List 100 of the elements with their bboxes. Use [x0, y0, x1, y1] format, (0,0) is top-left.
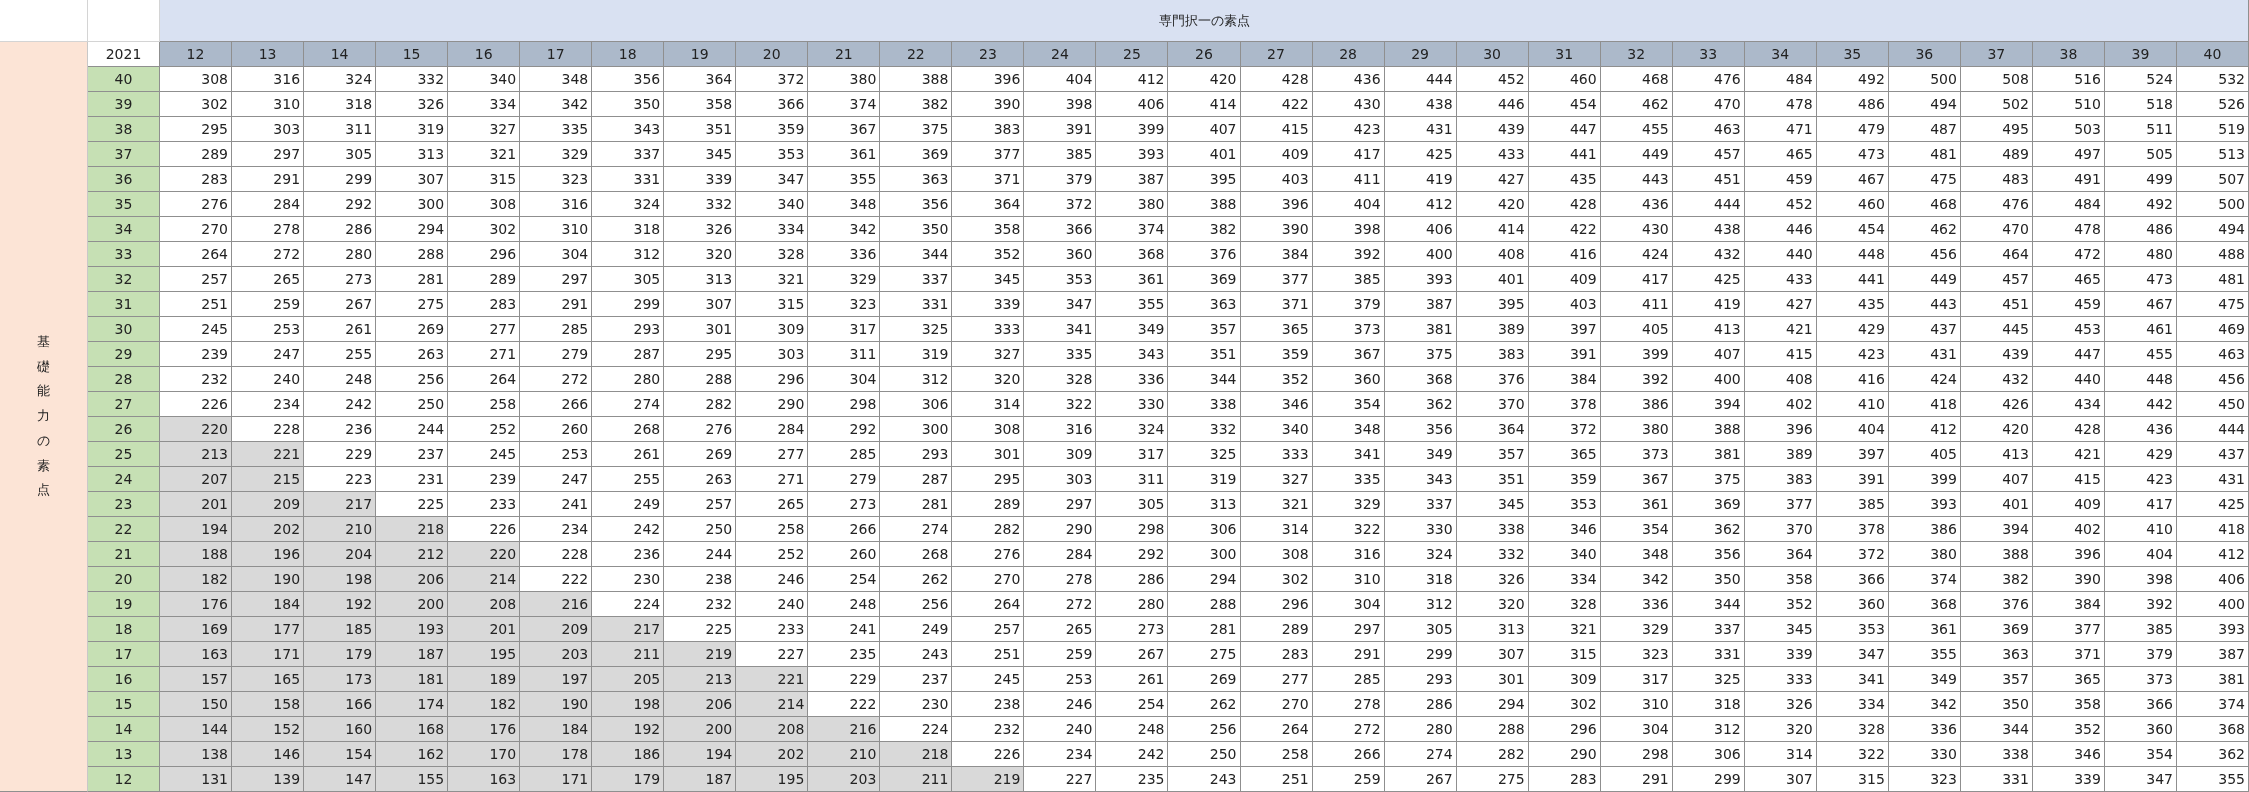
table-cell: 209 [520, 617, 593, 642]
table-cell: 441 [1528, 142, 1601, 167]
table-cell: 384 [2032, 592, 2105, 617]
table-cell: 242 [1096, 742, 1169, 767]
table-cell: 448 [1816, 242, 1889, 267]
table-cell: 341 [1816, 667, 1889, 692]
table-cell: 397 [1528, 317, 1601, 342]
table-cell: 295 [160, 117, 233, 142]
table-cell: 244 [664, 542, 737, 567]
table-cell: 286 [1384, 692, 1457, 717]
table-cell: 198 [304, 567, 377, 592]
table-cell: 398 [2104, 567, 2177, 592]
table-cell: 317 [1096, 442, 1169, 467]
table-cell: 381 [2176, 667, 2249, 692]
table-cell: 406 [1384, 217, 1457, 242]
table-cell: 420 [1960, 417, 2033, 442]
table-cell: 147 [304, 767, 377, 792]
table-cell: 475 [1888, 167, 1961, 192]
table-cell: 299 [304, 167, 377, 192]
table-cell: 393 [1096, 142, 1169, 167]
table-cell: 404 [1024, 67, 1097, 92]
table-cell: 354 [1600, 517, 1673, 542]
table-cell: 289 [1240, 617, 1313, 642]
table-cell: 323 [1600, 642, 1673, 667]
table-cell: 197 [520, 667, 593, 692]
table-cell: 208 [736, 717, 809, 742]
table-cell: 247 [232, 342, 305, 367]
table-cell: 336 [1888, 717, 1961, 742]
table-cell: 351 [1168, 342, 1241, 367]
column-header: 21 [808, 42, 881, 67]
table-cell: 425 [1384, 142, 1457, 167]
table-cell: 248 [1096, 717, 1169, 742]
table-cell: 411 [1312, 167, 1385, 192]
table-cell: 289 [160, 142, 233, 167]
table-cell: 312 [1384, 592, 1457, 617]
row-header: 14 [88, 717, 160, 742]
table-cell: 241 [520, 492, 593, 517]
table-cell: 349 [1096, 317, 1169, 342]
row-header: 25 [88, 442, 160, 467]
table-cell: 214 [448, 567, 521, 592]
table-cell: 387 [2176, 642, 2249, 667]
table-cell: 439 [1960, 342, 2033, 367]
column-header: 14 [304, 42, 377, 67]
table-cell: 423 [2104, 467, 2177, 492]
table-cell: 424 [1888, 367, 1961, 392]
table-cell: 407 [1960, 467, 2033, 492]
table-cell: 226 [448, 517, 521, 542]
table-cell: 486 [1816, 92, 1889, 117]
table-cell: 196 [232, 542, 305, 567]
table-cell: 360 [1024, 242, 1097, 267]
row-header: 35 [88, 192, 160, 217]
table-cell: 291 [232, 167, 305, 192]
table-cell: 414 [1168, 92, 1241, 117]
table-cell: 364 [952, 192, 1025, 217]
table-cell: 355 [1888, 642, 1961, 667]
table-cell: 261 [592, 442, 665, 467]
table-cell: 250 [376, 392, 449, 417]
table-cell: 307 [376, 167, 449, 192]
table-cell: 242 [592, 517, 665, 542]
table-cell: 359 [1528, 467, 1601, 492]
table-cell: 507 [2176, 167, 2249, 192]
table-cell: 412 [2176, 542, 2249, 567]
table-cell: 464 [1960, 242, 2033, 267]
table-cell: 290 [1528, 742, 1601, 767]
table-cell: 201 [448, 617, 521, 642]
table-cell: 288 [1168, 592, 1241, 617]
table-cell: 224 [880, 717, 953, 742]
table-cell: 437 [1888, 317, 1961, 342]
table-cell: 235 [1096, 767, 1169, 792]
table-cell: 425 [2176, 492, 2249, 517]
table-cell: 470 [1960, 217, 2033, 242]
table-cell: 340 [1528, 542, 1601, 567]
table-cell: 278 [232, 217, 305, 242]
table-cell: 301 [1456, 667, 1529, 692]
year-label: 2021 [88, 42, 160, 67]
table-cell: 461 [2104, 317, 2177, 342]
table-cell: 357 [1168, 317, 1241, 342]
table-cell: 337 [1672, 617, 1745, 642]
table-cell: 234 [1024, 742, 1097, 767]
table-cell: 285 [1312, 667, 1385, 692]
table-cell: 392 [2104, 592, 2177, 617]
table-cell: 305 [592, 267, 665, 292]
table-cell: 302 [448, 217, 521, 242]
table-cell: 325 [880, 317, 953, 342]
table-cell: 365 [1240, 317, 1313, 342]
table-cell: 368 [1888, 592, 1961, 617]
table-cell: 243 [880, 642, 953, 667]
table-cell: 385 [2104, 617, 2177, 642]
table-cell: 378 [1528, 392, 1601, 417]
table-cell: 225 [376, 492, 449, 517]
table-cell: 339 [664, 167, 737, 192]
table-cell: 376 [1168, 242, 1241, 267]
table-cell: 393 [1888, 492, 1961, 517]
table-cell: 267 [304, 292, 377, 317]
table-cell: 281 [880, 492, 953, 517]
table-cell: 467 [2104, 292, 2177, 317]
table-cell: 354 [2104, 742, 2177, 767]
column-header: 23 [952, 42, 1025, 67]
table-cell: 308 [160, 67, 233, 92]
table-cell: 217 [304, 492, 377, 517]
